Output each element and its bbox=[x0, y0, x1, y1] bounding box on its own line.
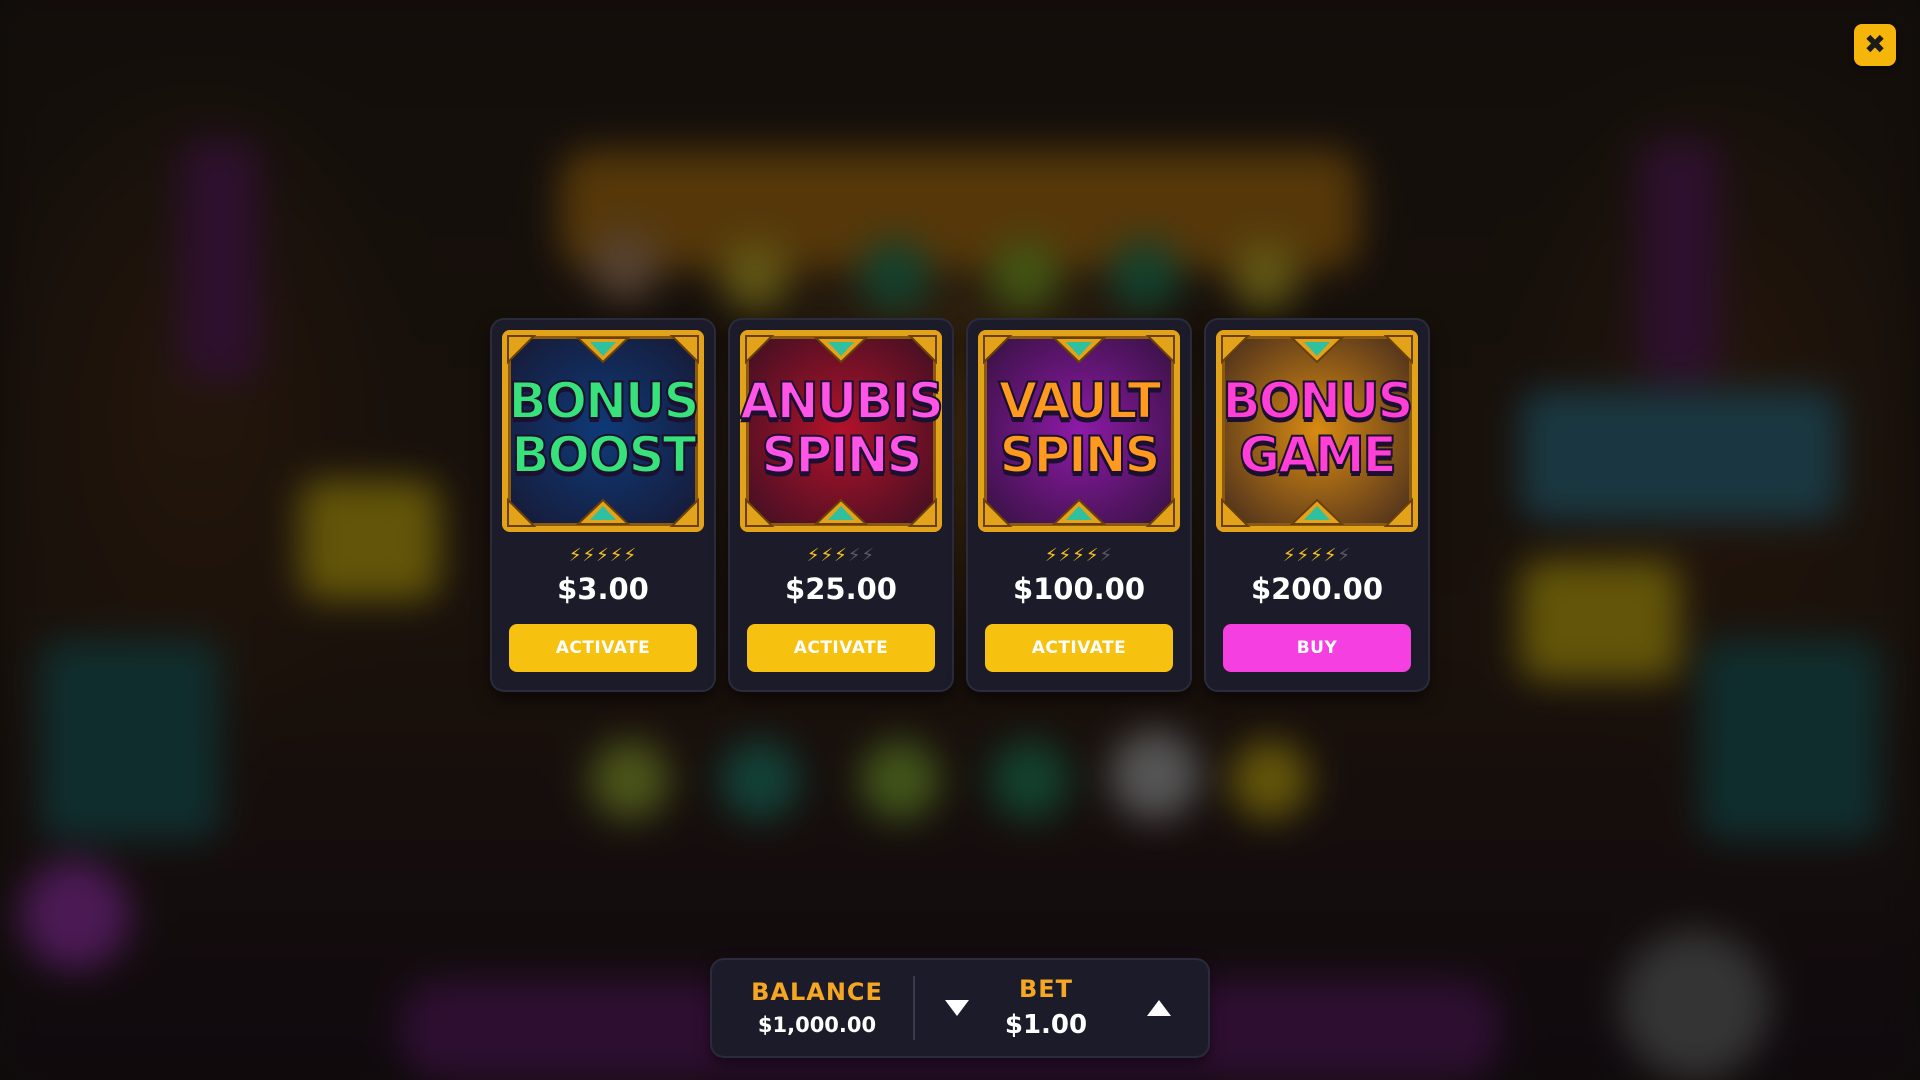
offer-title-line2: SPINS bbox=[998, 426, 1161, 484]
activate-button[interactable]: ACTIVATE bbox=[747, 624, 935, 672]
corner-ornament bbox=[1145, 497, 1175, 527]
offer-price: $25.00 bbox=[785, 572, 897, 606]
offer-card-anubis-spins: ANUBIS SPINS ⚡⚡⚡⚡⚡ $25.00 ACTIVATE bbox=[730, 320, 952, 690]
bolt-filled-icon: ⚡ bbox=[582, 545, 597, 566]
corner-ornament bbox=[669, 335, 699, 365]
bolt-filled-icon: ⚡ bbox=[596, 545, 610, 566]
corner-ornament bbox=[907, 335, 937, 365]
bolt-filled-icon: ⚡ bbox=[1323, 545, 1338, 566]
close-icon: ✖ bbox=[1864, 30, 1886, 60]
triangle-up-icon bbox=[1147, 1000, 1171, 1016]
offer-price: $3.00 bbox=[557, 572, 649, 606]
corner-ornament bbox=[983, 497, 1013, 527]
bet-value: $1.00 bbox=[1004, 1010, 1088, 1040]
offer-title-line2: SPINS bbox=[760, 426, 923, 484]
bolt-filled-icon: ⚡ bbox=[820, 545, 835, 566]
bet-decrease-button[interactable] bbox=[942, 993, 972, 1023]
triangle-down-icon bbox=[945, 1000, 969, 1016]
offer-title-line1: VAULT bbox=[998, 372, 1163, 430]
bolt-filled-icon: ⚡ bbox=[834, 545, 848, 566]
offer-title-line2: BOOST bbox=[510, 426, 697, 484]
offer-title-line1: BONUS bbox=[1221, 372, 1414, 430]
buy-button[interactable]: BUY bbox=[1223, 624, 1411, 672]
rating-stars: ⚡⚡⚡⚡⚡ bbox=[968, 545, 1190, 566]
offer-art[interactable]: ANUBIS SPINS bbox=[740, 330, 942, 532]
close-button[interactable]: ✖ bbox=[1854, 24, 1896, 66]
offer-card-vault-spins: VAULT SPINS ⚡⚡⚡⚡⚡ $100.00 ACTIVATE bbox=[968, 320, 1190, 690]
bolt-filled-icon: ⚡ bbox=[568, 545, 583, 566]
balance-value: $1,000.00 bbox=[757, 1013, 877, 1037]
corner-ornament bbox=[1383, 335, 1413, 365]
bolt-filled-icon: ⚡ bbox=[1296, 545, 1311, 566]
bolt-filled-icon: ⚡ bbox=[1044, 545, 1059, 566]
corner-ornament bbox=[507, 335, 537, 365]
bolt-filled-icon: ⚡ bbox=[806, 545, 821, 566]
offer-art[interactable]: BONUS GAME bbox=[1216, 330, 1418, 532]
corner-ornament bbox=[983, 335, 1013, 365]
bolt-filled-icon: ⚡ bbox=[609, 545, 624, 566]
bar-divider bbox=[913, 976, 915, 1040]
corner-ornament bbox=[745, 497, 775, 527]
activate-button[interactable]: ACTIVATE bbox=[509, 624, 697, 672]
corner-ornament bbox=[1145, 335, 1175, 365]
balance-label: BALANCE bbox=[751, 978, 883, 1006]
bolt-filled-icon: ⚡ bbox=[623, 545, 638, 566]
offer-title-line1: ANUBIS bbox=[740, 372, 942, 430]
rating-stars: ⚡⚡⚡⚡⚡ bbox=[730, 545, 952, 566]
offer-price: $100.00 bbox=[1012, 572, 1146, 606]
corner-ornament bbox=[745, 335, 775, 365]
bonus-offers: BONUS BOOST ⚡⚡⚡⚡⚡ $3.00 ACTIVATE ANUBIS … bbox=[492, 320, 1428, 690]
corner-ornament bbox=[507, 497, 537, 527]
offer-art[interactable]: BONUS BOOST bbox=[502, 330, 704, 532]
bolt-empty-icon: ⚡ bbox=[861, 545, 876, 566]
bet-increase-button[interactable] bbox=[1144, 993, 1174, 1023]
activate-button[interactable]: ACTIVATE bbox=[985, 624, 1173, 672]
bolt-filled-icon: ⚡ bbox=[1310, 545, 1324, 566]
rating-stars: ⚡⚡⚡⚡⚡ bbox=[1206, 545, 1428, 566]
bet-balance-bar: BALANCE $1,000.00 BET $1.00 bbox=[712, 960, 1208, 1056]
offer-card-bonus-boost: BONUS BOOST ⚡⚡⚡⚡⚡ $3.00 ACTIVATE bbox=[492, 320, 714, 690]
bolt-empty-icon: ⚡ bbox=[847, 545, 862, 566]
bolt-filled-icon: ⚡ bbox=[1085, 545, 1100, 566]
corner-ornament bbox=[1221, 335, 1251, 365]
bolt-filled-icon: ⚡ bbox=[1282, 545, 1297, 566]
offer-price: $200.00 bbox=[1250, 572, 1384, 606]
bet-label: BET bbox=[1018, 975, 1074, 1003]
bolt-empty-icon: ⚡ bbox=[1337, 545, 1352, 566]
bolt-filled-icon: ⚡ bbox=[1058, 545, 1073, 566]
corner-ornament bbox=[907, 497, 937, 527]
corner-ornament bbox=[669, 497, 699, 527]
offer-art[interactable]: VAULT SPINS bbox=[978, 330, 1180, 532]
bolt-filled-icon: ⚡ bbox=[1072, 545, 1086, 566]
rating-stars: ⚡⚡⚡⚡⚡ bbox=[492, 545, 714, 566]
corner-ornament bbox=[1221, 497, 1251, 527]
bolt-empty-icon: ⚡ bbox=[1099, 545, 1114, 566]
corner-ornament bbox=[1383, 497, 1413, 527]
offer-card-bonus-game: BONUS GAME ⚡⚡⚡⚡⚡ $200.00 BUY bbox=[1206, 320, 1428, 690]
offer-title-line2: GAME bbox=[1238, 426, 1398, 484]
offer-title-line1: BONUS bbox=[507, 372, 700, 430]
